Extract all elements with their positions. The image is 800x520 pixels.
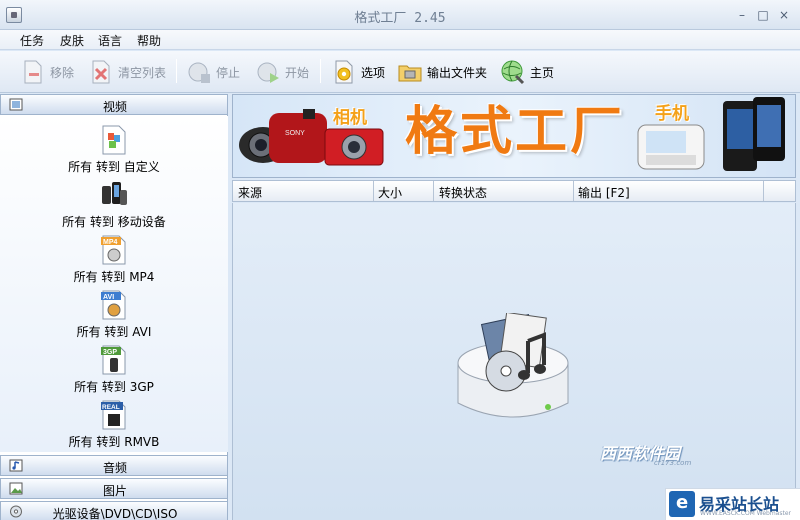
custom-format-icon [102,125,126,155]
folder-icon [398,65,422,82]
format-item-mobile[interactable]: 所有 转到 移动设备 [0,177,228,232]
task-list-area[interactable] [232,203,796,520]
menu-language[interactable]: 语言 [97,32,123,49]
svg-text:AVI: AVI [103,294,114,301]
options-button[interactable]: 选项 [331,57,385,87]
toolbar-separator [320,59,321,83]
task-table-header: 来源 大小 转换状态 输出 [F2] [232,180,796,202]
column-output[interactable]: 输出 [F2] [578,184,630,201]
menu-task[interactable]: 任务 [19,32,45,49]
column-separator[interactable] [763,181,764,201]
close-button[interactable]: × [777,8,791,22]
category-audio[interactable]: 音频 [0,455,228,476]
format-item-avi[interactable]: AVI 所有 转到 AVI [0,287,228,342]
format-item-mp4[interactable]: MP4 所有 转到 MP4 [0,232,228,287]
stop-icon [188,62,210,83]
gear-icon [335,60,353,84]
sidebar: 视频 所有 转到 自定义 所有 转到 移动设备 MP4 所有 转到 MP4 AV… [0,94,228,520]
remove-icon [24,60,42,84]
rmvb-icon: REAL [101,400,126,430]
category-video[interactable]: 视频 [0,94,228,115]
category-disc[interactable]: 光驱设备\DVD\CD\ISO [0,501,228,520]
banner-title: 格式工厂 [405,102,626,162]
column-separator[interactable] [373,181,374,201]
remove-button[interactable]: 移除 [20,57,74,87]
toolbar-separator [176,59,177,83]
svg-text:SONY: SONY [285,130,305,137]
app-logo-icon [457,313,569,418]
phone-icon [637,124,705,170]
category-picture[interactable]: 图片 [0,478,228,499]
globe-icon [501,60,525,85]
svg-text:MP4: MP4 [103,239,118,246]
stop-button[interactable]: 停止 [186,57,240,87]
watermark-xixi-sub: cr173.com [654,459,692,467]
camera-icon [324,128,384,166]
svg-text:REAL: REAL [102,404,120,411]
column-separator[interactable] [573,181,574,201]
column-separator[interactable] [433,181,434,201]
banner-tag-phone: 手机 [655,104,689,124]
watermark-site: 易采站长站 WWW.EASCK.COM Webmaster [665,488,800,520]
toolbar: 移除 清空列表 停止 开始 选项 输出文件夹 主页 [0,51,800,93]
smartphone-icon [723,97,785,171]
format-item-custom[interactable]: 所有 转到 自定义 [0,122,228,177]
menu-help[interactable]: 帮助 [136,32,162,49]
banner-tag-camera: 相机 [333,108,367,128]
column-source[interactable]: 来源 [238,184,262,201]
video-format-list: 所有 转到 自定义 所有 转到 移动设备 MP4 所有 转到 MP4 AVI 所… [0,116,228,468]
camcorder-icon: SONY [239,109,327,163]
format-item-3gp[interactable]: 3GP 所有 转到 3GP [0,342,228,397]
clear-list-button[interactable]: 清空列表 [88,57,166,87]
clear-list-icon [92,60,110,84]
format-item-rmvb[interactable]: REAL 所有 转到 RMVB [0,397,228,452]
home-button[interactable]: 主页 [500,57,554,87]
svg-text:3GP: 3GP [103,349,117,356]
column-status[interactable]: 转换状态 [439,184,487,201]
title-bar: 格式工厂 2.45 – □ × [0,0,800,30]
maximize-button[interactable]: □ [756,8,770,22]
3gp-icon: 3GP [101,345,126,375]
mp4-icon: MP4 [101,235,126,265]
minimize-button[interactable]: – [735,8,749,22]
start-button[interactable]: 开始 [255,57,309,87]
menu-bar: 任务 皮肤 语言 帮助 [0,30,800,50]
column-size[interactable]: 大小 [378,184,402,201]
window-title: 格式工厂 2.45 [354,11,446,26]
start-icon [257,62,279,83]
site-logo-icon [669,491,695,517]
menu-skin[interactable]: 皮肤 [59,32,85,49]
avi-icon: AVI [101,290,126,320]
mobile-device-icon [102,182,127,205]
output-folder-button[interactable]: 输出文件夹 [397,57,487,87]
